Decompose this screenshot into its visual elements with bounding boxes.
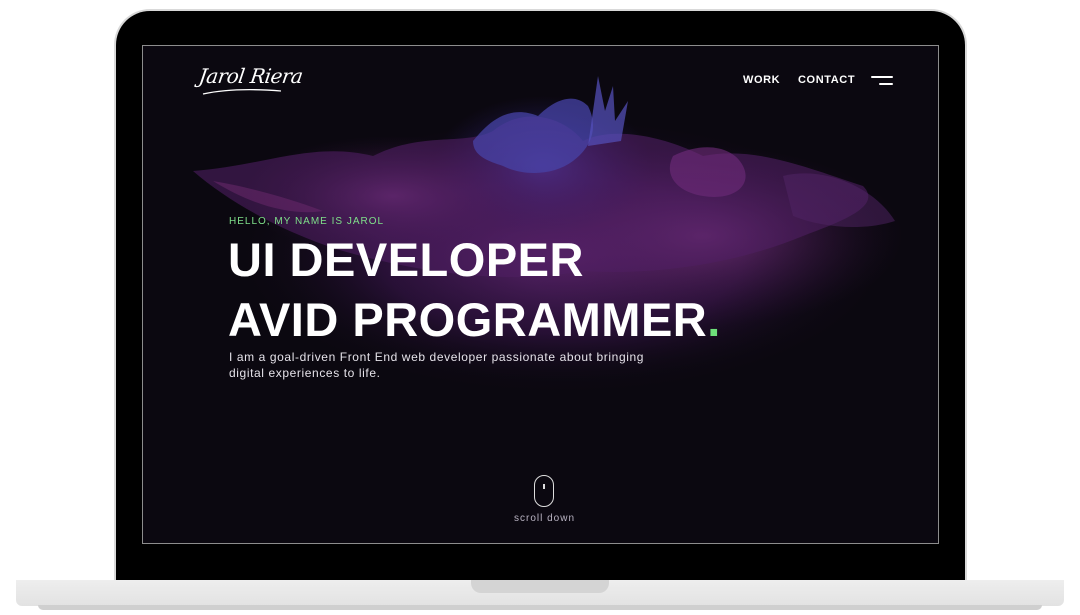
hero-headline-line1: UI DEVELOPER bbox=[228, 233, 584, 286]
hero-headline-line2: AVID PROGRAMMER. bbox=[228, 292, 721, 347]
hero-headline-line2-text: AVID PROGRAMMER bbox=[228, 293, 708, 346]
accent-dot: . bbox=[707, 293, 721, 346]
laptop-notch bbox=[471, 580, 609, 593]
laptop-base-shadow bbox=[38, 605, 1042, 610]
laptop-mockup: Jarol Riera WORK CONTACT HELLO, MY NAME … bbox=[0, 0, 1080, 615]
scroll-down-label[interactable]: scroll down bbox=[483, 513, 606, 524]
hero-greeting: HELLO, MY NAME IS JAROL bbox=[229, 216, 385, 227]
mouse-wheel bbox=[543, 484, 545, 489]
logo-swash-icon bbox=[202, 89, 282, 95]
nav-contact-link[interactable]: CONTACT bbox=[798, 74, 855, 86]
nav-work-link[interactable]: WORK bbox=[743, 74, 780, 86]
hero-bio: I am a goal-driven Front End web develop… bbox=[229, 350, 645, 380]
hamburger-menu-icon[interactable] bbox=[871, 76, 893, 86]
brand-logo[interactable]: Jarol Riera bbox=[197, 64, 304, 88]
website-screen: Jarol Riera WORK CONTACT HELLO, MY NAME … bbox=[142, 45, 939, 544]
mouse-icon[interactable] bbox=[534, 475, 554, 507]
